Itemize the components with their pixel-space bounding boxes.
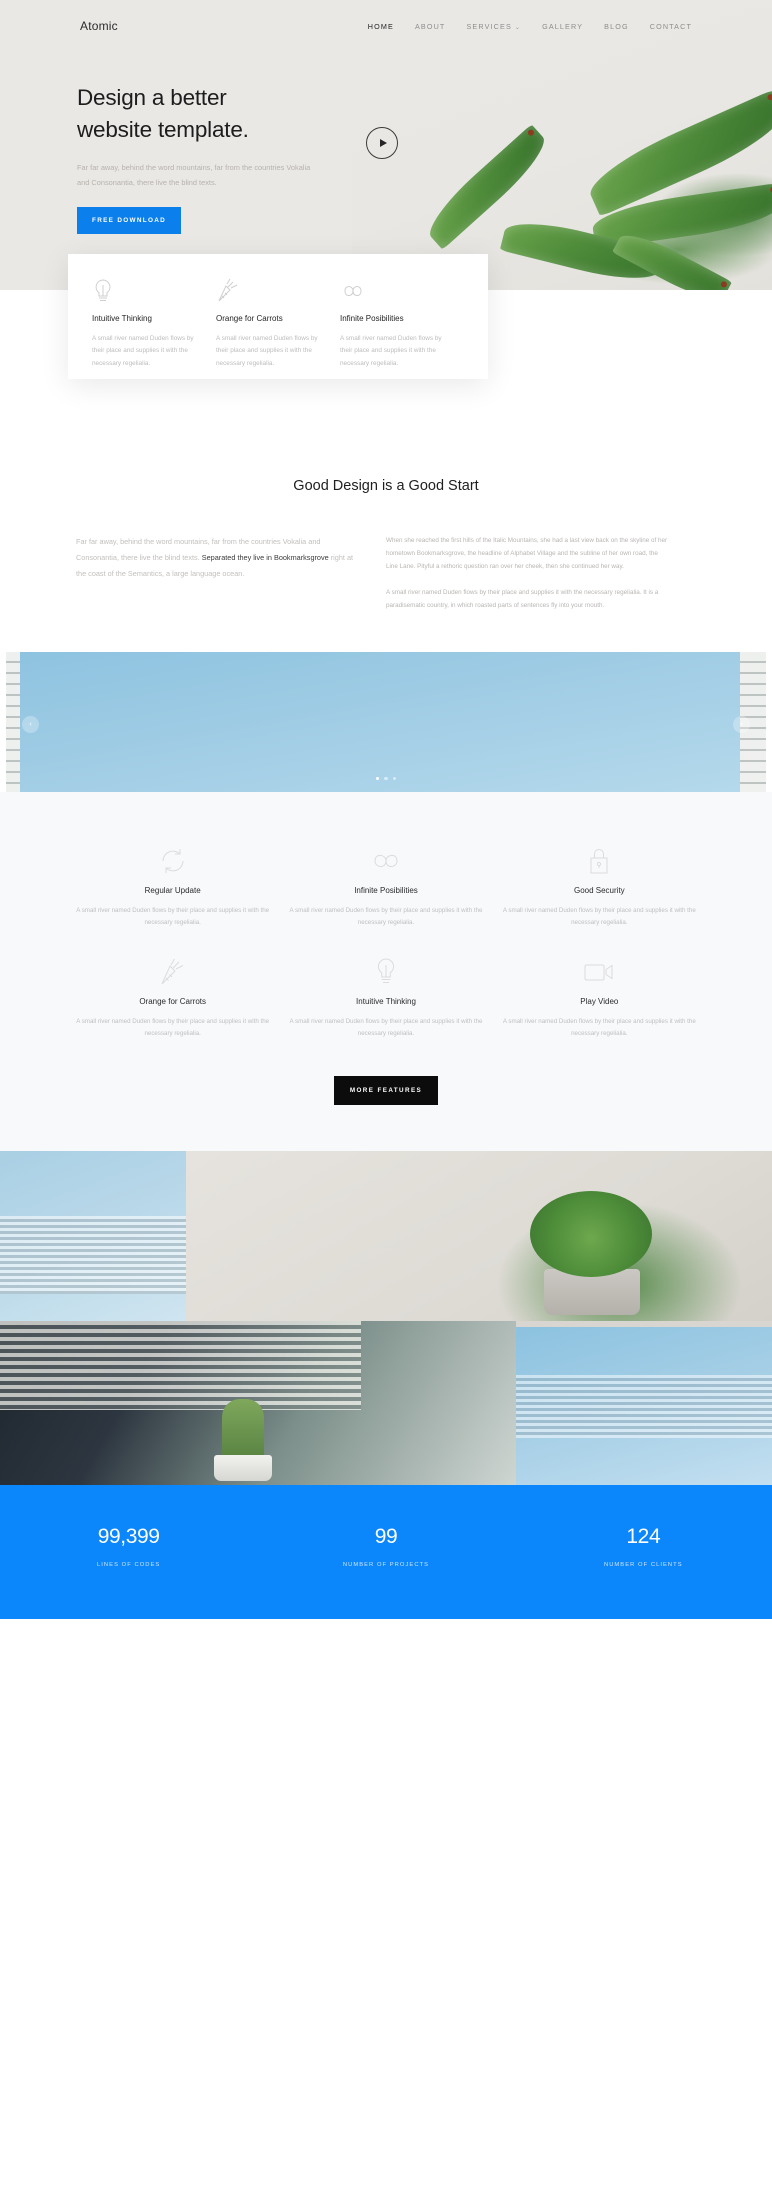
- feature-item: Regular Update A small river named Duden…: [76, 844, 269, 929]
- more-features-button[interactable]: MORE FEATURES: [333, 1076, 439, 1106]
- good-design-section: Good Design is a Good Start Far far away…: [0, 420, 772, 643]
- slider-prev-button[interactable]: ‹: [22, 716, 39, 734]
- cactus-pot: [214, 1455, 272, 1482]
- stat-number: 124: [626, 1525, 661, 1549]
- hero-heading-line2: website template.: [77, 117, 249, 143]
- feature-item-title: Intuitive Thinking: [356, 997, 416, 1007]
- feature-card-text: A small river named Duden flows by their…: [92, 335, 194, 367]
- feature-item-text: A small river named Duden flows by their…: [76, 1018, 270, 1038]
- nav-item-about[interactable]: ABOUT: [415, 22, 446, 31]
- feature-item: Orange for Carrots A small river named D…: [76, 955, 269, 1040]
- feature-card-item: Orange for Carrots A small river named D…: [216, 278, 340, 379]
- good-design-right-column: When she reached the first hills of the …: [386, 534, 668, 612]
- brand-logo[interactable]: Atomic: [80, 19, 118, 33]
- stat-label: LINES OF CODES: [96, 1562, 161, 1569]
- feature-card-item: Intuitive Thinking A small river named D…: [92, 278, 216, 379]
- chevron-left-icon: ‹: [29, 721, 32, 729]
- gallery-image-succulent[interactable]: [186, 1151, 772, 1322]
- good-design-title: Good Design is a Good Start: [293, 478, 479, 494]
- feature-card-title: Orange for Carrots: [216, 314, 283, 323]
- lock-icon: [503, 844, 696, 878]
- feature-item-text: A small river named Duden flows by their…: [289, 1018, 483, 1038]
- feature-item-title: Regular Update: [144, 886, 201, 896]
- feature-card-title: Infinite Posibilities: [340, 314, 404, 323]
- stats-section: 99,399 LINES OF CODES 99 NUMBER OF PROJE…: [0, 1485, 772, 1620]
- stat-item: 124 NUMBER OF CLIENTS: [515, 1525, 772, 1568]
- nav-item-services-label: SERVICES: [466, 21, 512, 31]
- infinity-icon: [340, 278, 446, 304]
- nav-item-services[interactable]: SERVICES ⌄: [466, 22, 521, 31]
- slider-dots: [6, 776, 766, 781]
- stat-item: 99 NUMBER OF PROJECTS: [257, 1525, 514, 1568]
- feature-item: Good Security A small river named Duden …: [503, 844, 696, 929]
- refresh-icon: [76, 844, 269, 878]
- good-design-right-p1: When she reached the first hills of the …: [386, 537, 668, 571]
- gallery-image-plants-window[interactable]: [0, 1321, 516, 1486]
- play-icon: [379, 139, 387, 147]
- video-camera-icon: [503, 955, 696, 989]
- image-slider[interactable]: ‹ ›: [6, 652, 766, 793]
- feature-card: Intuitive Thinking A small river named D…: [68, 254, 488, 379]
- stat-number: 99: [374, 1525, 398, 1549]
- feature-item-title: Good Security: [573, 886, 625, 896]
- hero-content: Design a better website template. Far fa…: [0, 52, 420, 235]
- free-download-button[interactable]: FREE DOWNLOAD: [77, 207, 182, 235]
- nav-item-gallery[interactable]: GALLERY: [542, 22, 583, 31]
- feature-item: Intuitive Thinking A small river named D…: [289, 955, 482, 1040]
- slider-next-button[interactable]: ›: [733, 716, 750, 734]
- stat-label: NUMBER OF PROJECTS: [342, 1562, 430, 1569]
- stat-label: NUMBER OF CLIENTS: [603, 1562, 683, 1569]
- slider-dot[interactable]: [384, 776, 388, 781]
- feature-item-text: A small river named Duden flows by their…: [76, 907, 270, 927]
- lightbulb-icon: [92, 278, 198, 304]
- carrot-icon: [76, 955, 269, 989]
- nav-item-blog[interactable]: BLOG: [604, 22, 629, 31]
- feature-item-text: A small river named Duden flows by their…: [289, 907, 483, 927]
- feature-item-title: Play Video: [580, 997, 619, 1007]
- good-design-left-bold: Separated they live in Bookmarksgrove: [201, 552, 329, 562]
- main-navigation: Atomic HOME ABOUT SERVICES ⌄ GALLERY BLOG…: [0, 0, 772, 52]
- slide-edge-left: [6, 652, 20, 793]
- feature-item-title: Orange for Carrots: [139, 997, 207, 1007]
- hero-section: Atomic HOME ABOUT SERVICES ⌄ GALLERY BLOG…: [0, 0, 772, 290]
- nav-item-home[interactable]: HOME: [368, 22, 394, 31]
- gallery-image-building[interactable]: [0, 1151, 186, 1322]
- hero-heading-line1: Design a better: [77, 85, 227, 110]
- stat-item: 99,399 LINES OF CODES: [0, 1525, 257, 1568]
- stat-number: 99,399: [97, 1525, 160, 1549]
- feature-card-text: A small river named Duden flows by their…: [216, 335, 318, 367]
- features-section: Regular Update A small river named Duden…: [0, 792, 772, 1152]
- infinity-icon: [289, 844, 482, 878]
- chevron-down-icon: ⌄: [514, 24, 522, 31]
- feature-card-wrapper: Intuitive Thinking A small river named D…: [0, 254, 772, 420]
- gallery-image-sky[interactable]: [516, 1327, 772, 1486]
- chevron-right-icon: ›: [740, 721, 743, 729]
- slider-dot[interactable]: [392, 776, 397, 781]
- feature-item: Play Video A small river named Duden flo…: [503, 955, 696, 1040]
- succulent-plant: [530, 1191, 652, 1278]
- feature-item-text: A small river named Duden flows by their…: [502, 1018, 696, 1038]
- feature-card-title: Intuitive Thinking: [92, 314, 152, 323]
- gallery-section: [0, 1151, 772, 1486]
- feature-item-text: A small river named Duden flows by their…: [502, 907, 696, 927]
- features-grid: Regular Update A small river named Duden…: [76, 844, 696, 1040]
- good-design-left-column: Far far away, behind the word mountains,…: [76, 534, 358, 612]
- good-design-right-p2: A small river named Duden flows by their…: [386, 588, 659, 609]
- lightbulb-icon: [289, 955, 482, 989]
- feature-card-item: Infinite Posibilities A small river name…: [340, 278, 464, 379]
- nav-item-contact[interactable]: CONTACT: [650, 22, 692, 31]
- feature-item: Infinite Posibilities A small river name…: [289, 844, 482, 929]
- feature-item-title: Infinite Posibilities: [354, 886, 418, 896]
- slider-dot[interactable]: [375, 776, 380, 781]
- hero-paragraph: Far far away, behind the word mountains,…: [77, 162, 311, 187]
- feature-card-text: A small river named Duden flows by their…: [340, 335, 442, 367]
- carrot-icon: [216, 278, 322, 304]
- nav-menu: HOME ABOUT SERVICES ⌄ GALLERY BLOG CONTAC…: [368, 22, 692, 31]
- good-design-columns: Far far away, behind the word mountains,…: [76, 534, 696, 612]
- slide-image: [6, 652, 766, 793]
- play-video-button[interactable]: [366, 127, 398, 159]
